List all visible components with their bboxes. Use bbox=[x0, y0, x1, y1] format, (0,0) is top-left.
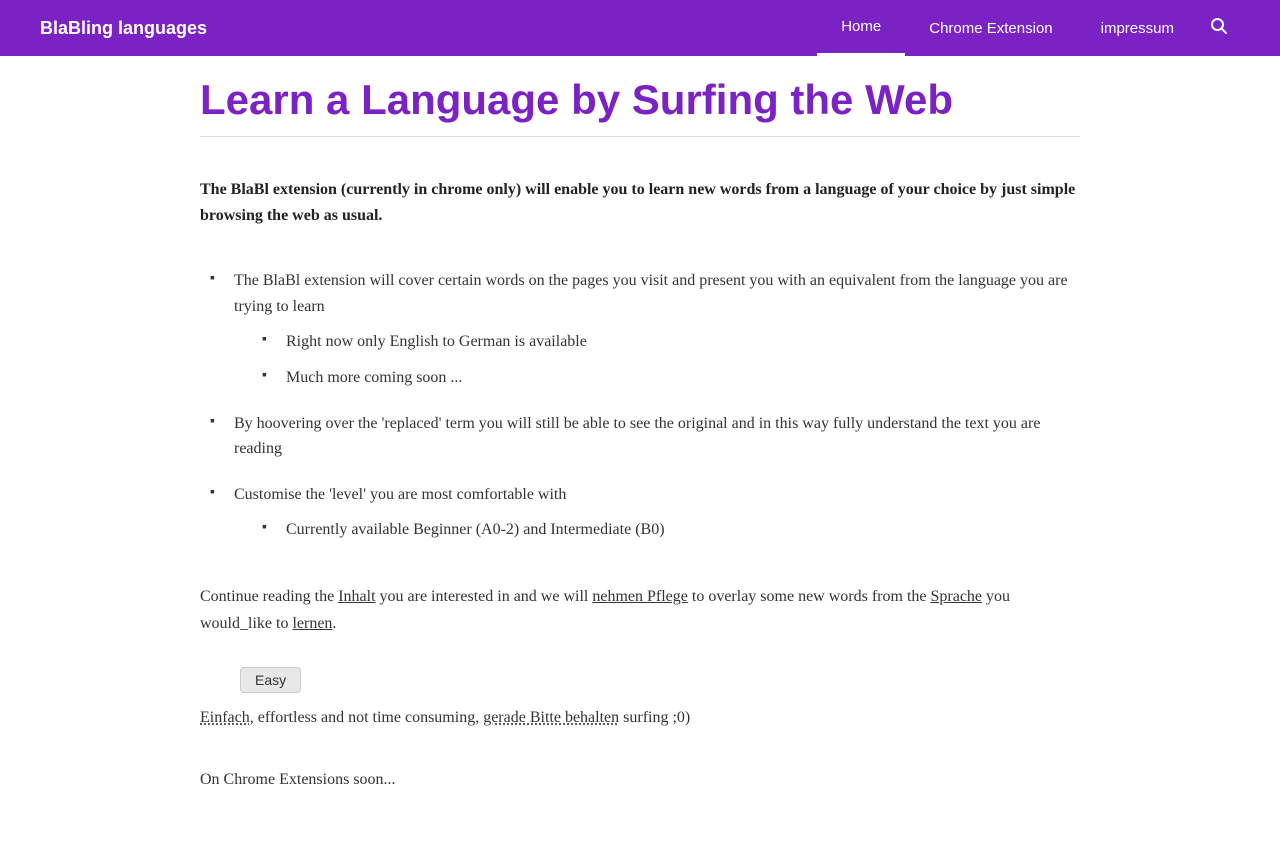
easy-line: Einfach, effortless and not time consumi… bbox=[200, 705, 1080, 731]
sprache-link[interactable]: Sprache bbox=[930, 588, 982, 605]
continue-mid2: to overlay some new words from the bbox=[688, 588, 931, 605]
sub-item-text: Much more coming soon ... bbox=[286, 369, 462, 386]
search-icon bbox=[1210, 17, 1228, 40]
list-item: Much more coming soon ... bbox=[262, 365, 1080, 391]
list-item: Customise the 'level' you are most comfo… bbox=[210, 482, 1080, 543]
sub-item-text: Currently available Beginner (A0-2) and … bbox=[286, 521, 665, 538]
einfach-text: Einfach bbox=[200, 709, 250, 726]
sub-item-text: Right now only English to German is avai… bbox=[286, 333, 587, 350]
gerade-bitte-behalten-text: gerade Bitte behalten bbox=[483, 709, 619, 726]
on-chrome-text: On Chrome Extensions soon... bbox=[200, 771, 1080, 789]
continue-mid1: you are interested in and we will bbox=[376, 588, 593, 605]
list-item-text: By hoovering over the 'replaced' term yo… bbox=[234, 415, 1040, 458]
list-item: The BlaBl extension will cover certain w… bbox=[210, 268, 1080, 390]
continue-end: . bbox=[332, 615, 336, 632]
easy-end: surfing ;0) bbox=[619, 709, 690, 726]
easy-badge: Easy bbox=[240, 667, 301, 693]
list-item: Currently available Beginner (A0-2) and … bbox=[262, 517, 1080, 543]
search-button[interactable] bbox=[1198, 0, 1240, 56]
continue-paragraph: Continue reading the Inhalt you are inte… bbox=[200, 583, 1080, 637]
sub-feature-list: Right now only English to German is avai… bbox=[234, 329, 1080, 390]
inhalt-link[interactable]: Inhalt bbox=[338, 588, 375, 605]
nav-home[interactable]: Home bbox=[817, 0, 905, 56]
list-item-text: Customise the 'level' you are most comfo… bbox=[234, 486, 566, 503]
nehmen-pflege-link[interactable]: nehmen Pflege bbox=[592, 588, 688, 605]
easy-mid: , effortless and not time consuming, bbox=[250, 709, 483, 726]
list-item: By hoovering over the 'replaced' term yo… bbox=[210, 411, 1080, 462]
sub-feature-list: Currently available Beginner (A0-2) and … bbox=[234, 517, 1080, 543]
feature-list: The BlaBl extension will cover certain w… bbox=[200, 268, 1080, 543]
page-title: Learn a Language by Surfing the Web bbox=[200, 56, 1080, 137]
easy-section: Easy Einfach, effortless and not time co… bbox=[200, 667, 1080, 731]
continue-pre: Continue reading the bbox=[200, 588, 338, 605]
lernen-link[interactable]: lernen bbox=[292, 615, 332, 632]
list-item: Right now only English to German is avai… bbox=[262, 329, 1080, 355]
main-nav: Home Chrome Extension impressum bbox=[817, 0, 1240, 56]
site-header: BlaBling languages Home Chrome Extension… bbox=[0, 0, 1280, 56]
list-item-text: The BlaBl extension will cover certain w… bbox=[234, 272, 1068, 315]
nav-chrome-extension[interactable]: Chrome Extension bbox=[905, 0, 1076, 56]
main-content: Learn a Language by Surfing the Web The … bbox=[160, 56, 1120, 849]
site-title[interactable]: BlaBling languages bbox=[40, 18, 207, 39]
nav-impressum[interactable]: impressum bbox=[1077, 0, 1198, 56]
intro-paragraph: The BlaBl extension (currently in chrome… bbox=[200, 177, 1080, 228]
